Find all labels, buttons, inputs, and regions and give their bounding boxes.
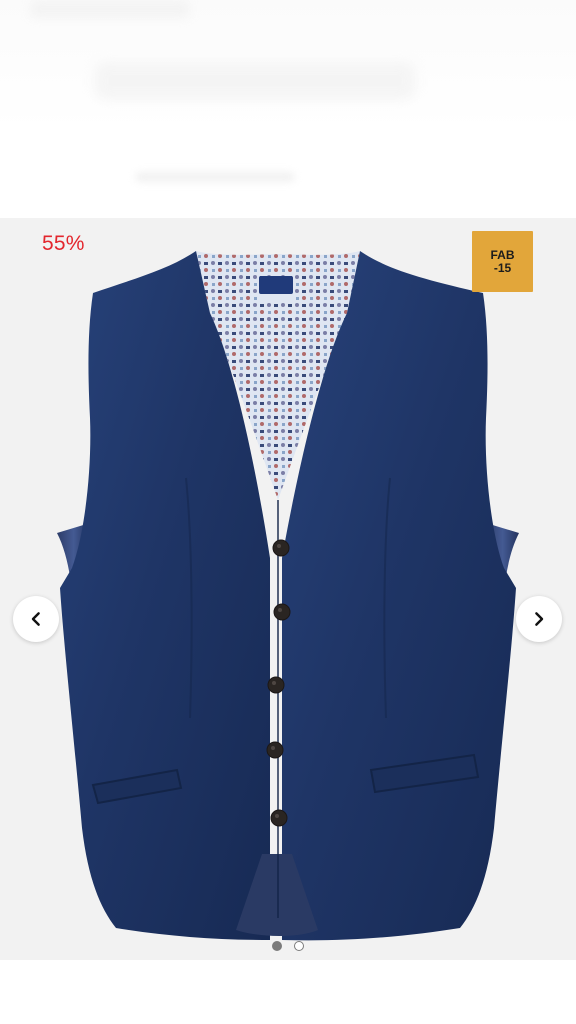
header-fade bbox=[0, 0, 576, 218]
previous-image-button[interactable] bbox=[13, 596, 59, 642]
image-pagination bbox=[0, 938, 576, 954]
promo-tag-line-1: FAB bbox=[490, 247, 515, 262]
promo-tag-line-2: -15 bbox=[493, 260, 512, 275]
pagination-dot-active[interactable] bbox=[272, 941, 282, 951]
top-header-area bbox=[0, 0, 576, 218]
discount-badge: 55% bbox=[42, 232, 85, 255]
pagination-dot[interactable] bbox=[294, 941, 304, 951]
header-blur-shape bbox=[95, 62, 415, 100]
chevron-right-icon bbox=[535, 612, 544, 626]
header-blur-shape bbox=[135, 172, 295, 182]
next-image-button[interactable] bbox=[516, 596, 562, 642]
bottom-area bbox=[0, 960, 576, 1024]
chevron-left-icon bbox=[31, 612, 40, 626]
header-blur-shape bbox=[30, 0, 190, 18]
promo-tag: FAB -15 bbox=[472, 231, 533, 292]
vest-product-image bbox=[57, 251, 519, 941]
product-image-gallery[interactable] bbox=[0, 218, 576, 960]
